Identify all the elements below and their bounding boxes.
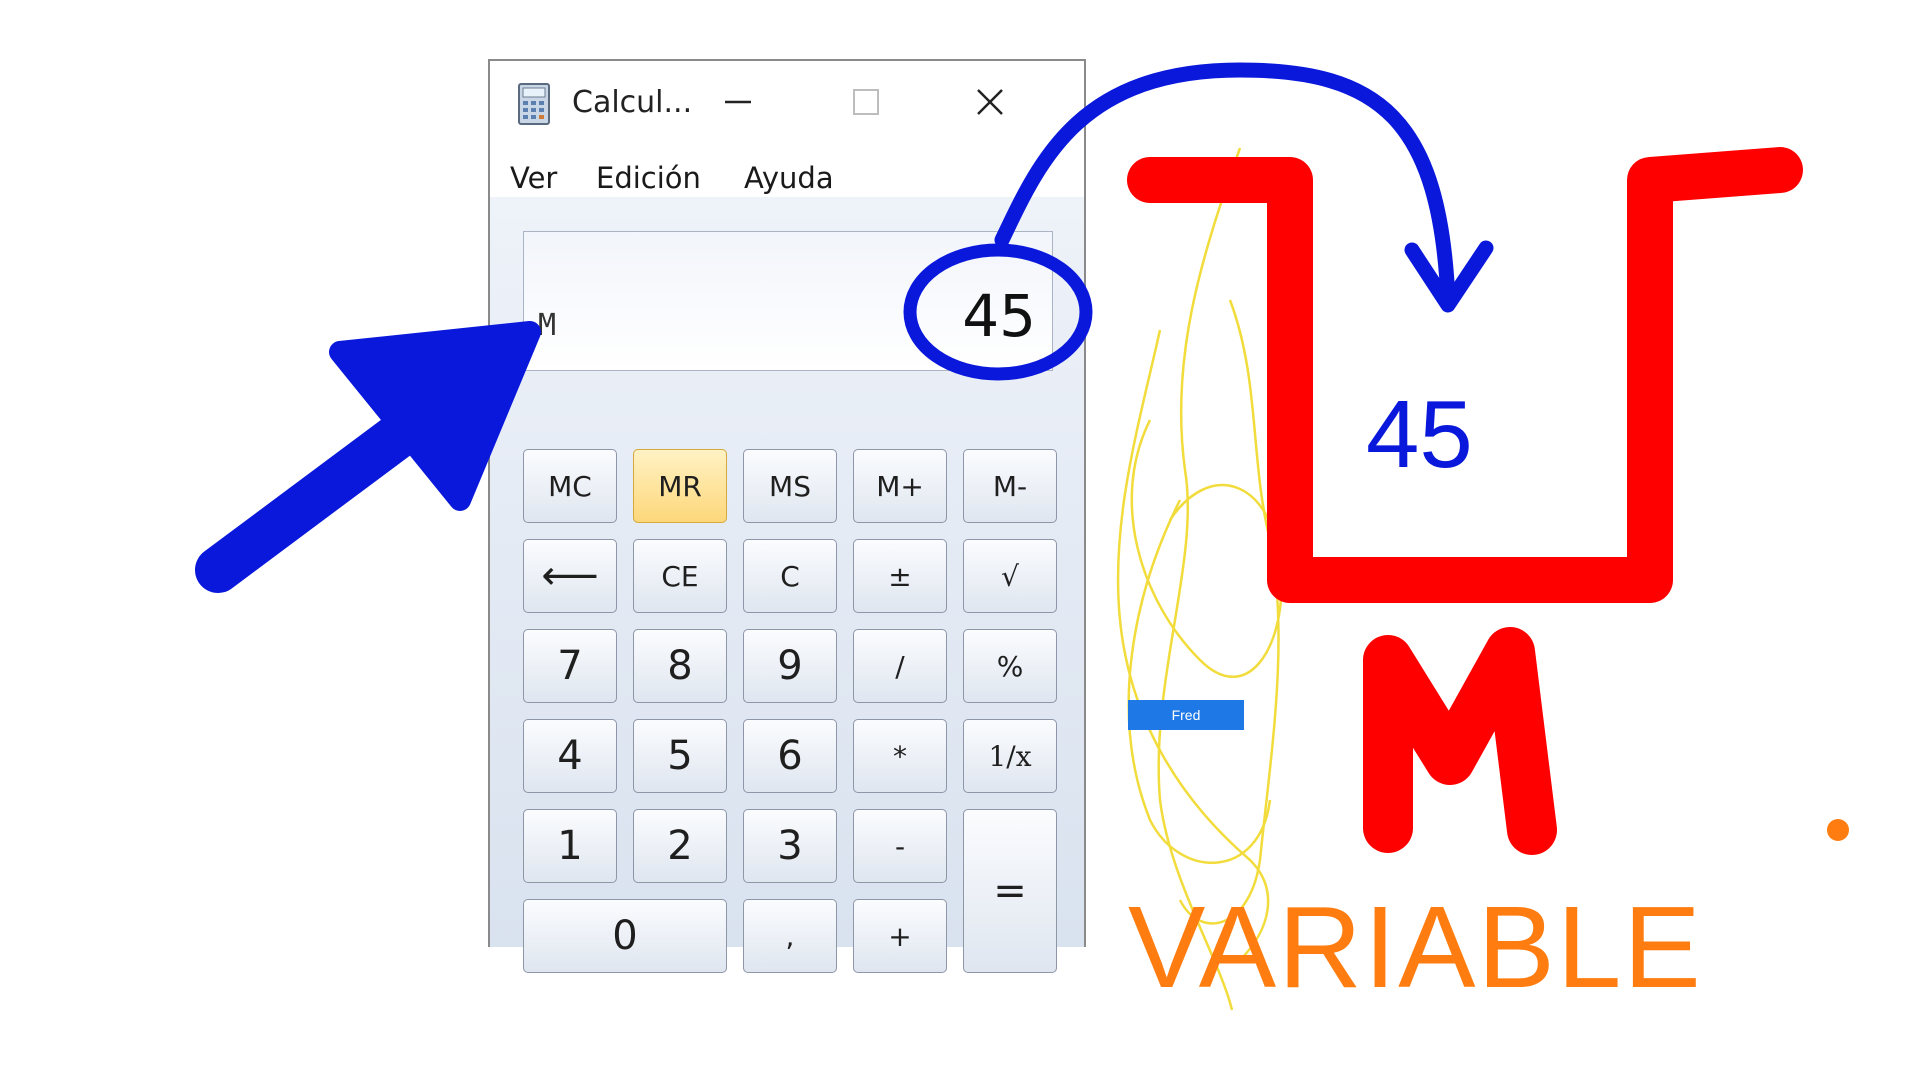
key-5[interactable]: 5 bbox=[633, 719, 727, 793]
menu-ver[interactable]: Ver bbox=[510, 161, 557, 195]
memory-indicator: M bbox=[538, 308, 557, 343]
key-8[interactable]: 8 bbox=[633, 629, 727, 703]
title-bar[interactable]: Calcul... bbox=[490, 61, 1084, 141]
key-7[interactable]: 7 bbox=[523, 629, 617, 703]
calculator-body: M 45 MC MR MS M+ M- ⟵ CE C ± √ 7 8 9 / %… bbox=[490, 197, 1084, 973]
key-sqrt[interactable]: √ bbox=[963, 539, 1057, 613]
key-minus[interactable]: - bbox=[853, 809, 947, 883]
window-title: Calcul... bbox=[572, 85, 693, 120]
close-icon bbox=[977, 89, 1003, 115]
key-decimal[interactable]: , bbox=[743, 899, 837, 973]
blue-arrow-left bbox=[195, 321, 541, 593]
key-m-minus[interactable]: M- bbox=[963, 449, 1057, 523]
key-percent[interactable]: % bbox=[963, 629, 1057, 703]
key-mc[interactable]: MC bbox=[523, 449, 617, 523]
key-m-plus[interactable]: M+ bbox=[853, 449, 947, 523]
key-1[interactable]: 1 bbox=[523, 809, 617, 883]
key-3[interactable]: 3 bbox=[743, 809, 837, 883]
key-9[interactable]: 9 bbox=[743, 629, 837, 703]
key-0[interactable]: 0 bbox=[523, 899, 727, 973]
variable-caption: VARIABLE bbox=[1128, 882, 1703, 1012]
key-plus-minus[interactable]: ± bbox=[853, 539, 947, 613]
maximize-button[interactable] bbox=[836, 79, 896, 125]
calculator-window: Calcul... Ver Edición Ayuda M 45 MC MR M… bbox=[488, 59, 1086, 973]
menu-ayuda[interactable]: Ayuda bbox=[744, 161, 834, 195]
display-value: 45 bbox=[962, 282, 1036, 350]
key-ce[interactable]: CE bbox=[633, 539, 727, 613]
key-multiply[interactable]: * bbox=[853, 719, 947, 793]
calculator-icon bbox=[518, 83, 550, 125]
key-equals[interactable]: = bbox=[963, 809, 1057, 973]
m-letter-drawing bbox=[1363, 627, 1557, 855]
key-4[interactable]: 4 bbox=[523, 719, 617, 793]
menu-edicion[interactable]: Edición bbox=[596, 161, 701, 195]
key-backspace[interactable]: ⟵ bbox=[523, 539, 617, 613]
fred-button[interactable]: Fred bbox=[1128, 700, 1244, 730]
maximize-icon bbox=[853, 89, 879, 115]
minimize-icon bbox=[725, 100, 751, 104]
key-c[interactable]: C bbox=[743, 539, 837, 613]
close-button[interactable] bbox=[960, 79, 1020, 125]
orange-dot bbox=[1827, 819, 1849, 841]
key-6[interactable]: 6 bbox=[743, 719, 837, 793]
memory-box-drawing bbox=[1127, 147, 1803, 603]
key-2[interactable]: 2 bbox=[633, 809, 727, 883]
key-ms[interactable]: MS bbox=[743, 449, 837, 523]
stored-value-label: 45 bbox=[1366, 381, 1473, 488]
key-reciprocal[interactable]: 1/x bbox=[963, 719, 1057, 793]
key-mr[interactable]: MR bbox=[633, 449, 727, 523]
display: M 45 bbox=[523, 231, 1053, 371]
key-divide[interactable]: / bbox=[853, 629, 947, 703]
key-plus[interactable]: + bbox=[853, 899, 947, 973]
minimize-button[interactable] bbox=[708, 79, 768, 125]
